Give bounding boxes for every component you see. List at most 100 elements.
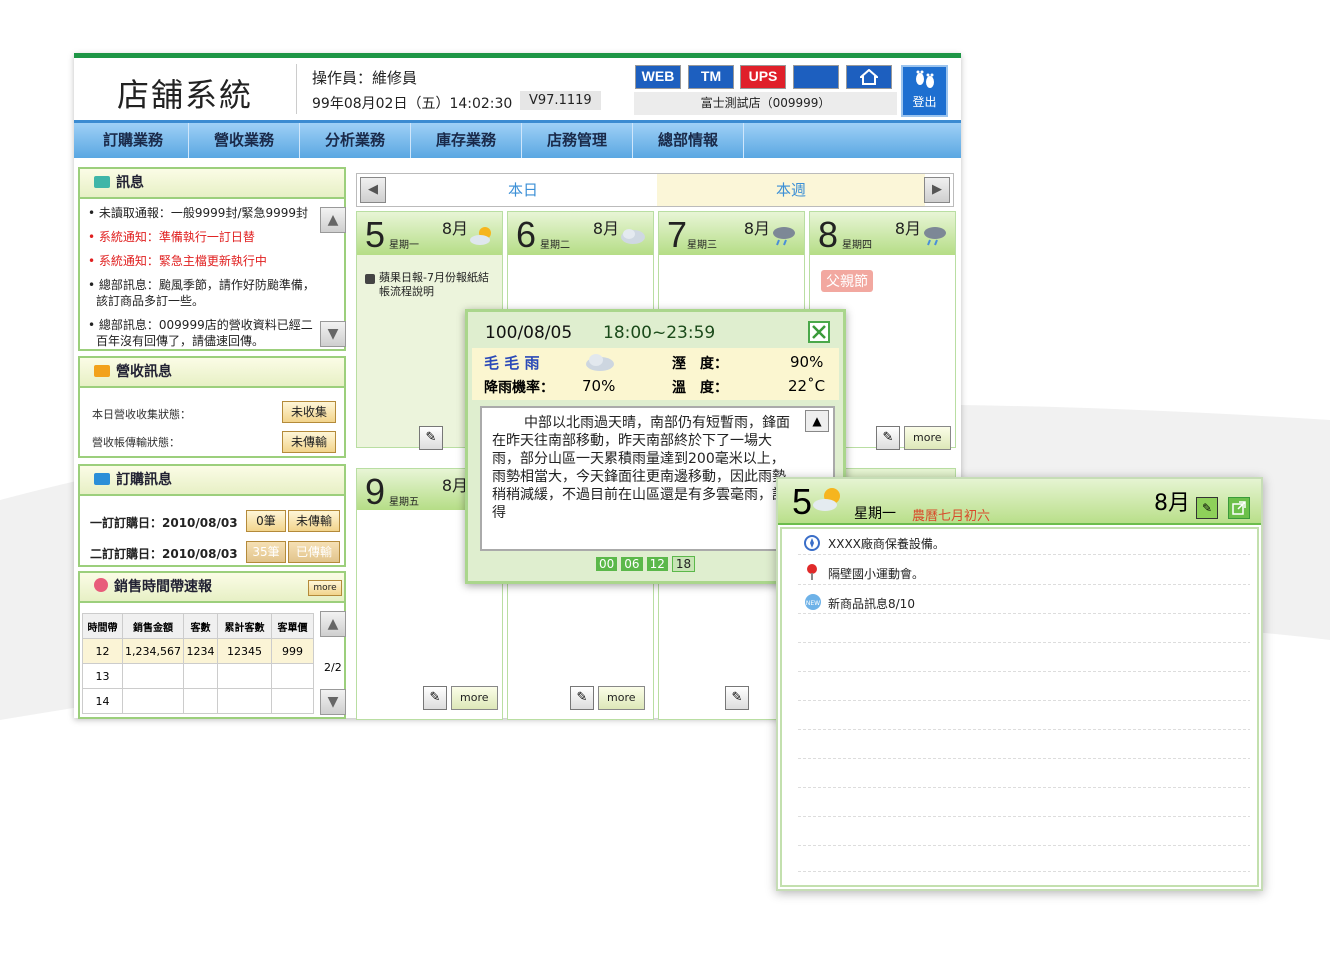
- revenue-header: 營收訊息: [80, 358, 344, 388]
- ruled-line: [798, 871, 1250, 872]
- table-row[interactable]: 12 1,234,567 1234 12345 999: [82, 638, 314, 664]
- footprints-icon: [915, 70, 934, 88]
- col-avg-price: 客單價: [270, 613, 314, 639]
- second-order-status[interactable]: 已傳輸: [288, 541, 340, 563]
- message-item[interactable]: • 總部訊息：009999店的營收資料已經二百年沒有回傳了，請儘速回傳。: [80, 317, 318, 349]
- close-icon: [812, 325, 826, 339]
- store-name: 富士測試店（009999）: [634, 92, 897, 115]
- col-customers: 客數: [182, 613, 218, 639]
- message-item[interactable]: • 未讀取通報：一般9999封/緊急9999封: [80, 205, 318, 221]
- second-order-count[interactable]: 35筆: [246, 541, 286, 563]
- datetime-label: 99年08月02日（五）14:02:30: [312, 96, 513, 112]
- weather-time: 18:00~23:59: [603, 323, 716, 343]
- revenue-panel: 營收訊息 本日營收收集狀態： 未收集 營收帳傳輸狀態： 未傳輸: [78, 356, 346, 458]
- hour-tab[interactable]: 12: [646, 557, 668, 571]
- prev-week-button[interactable]: ◀: [360, 177, 386, 203]
- main-nav: 訂購業務 營收業務 分析業務 庫存業務 店務管理 總部情報: [74, 120, 961, 158]
- temperature-label: 溫 度：: [672, 380, 728, 396]
- day-number: 5: [365, 214, 386, 255]
- orders-title: 訂購訊息: [116, 472, 172, 488]
- ruled-line: [798, 642, 1250, 643]
- edit-button[interactable]: ✎: [876, 426, 900, 450]
- hour-tab[interactable]: 06: [621, 557, 643, 571]
- chat-bubble-icon: [94, 176, 110, 188]
- nav-inventory[interactable]: 庫存業務: [411, 123, 522, 158]
- edit-button[interactable]: ✎: [725, 686, 749, 710]
- messages-header: 訊息: [80, 169, 344, 199]
- nav-hq-info[interactable]: 總部情報: [633, 123, 744, 158]
- sales-more-button[interactable]: more: [308, 580, 342, 596]
- temperature-value: 22˚C: [788, 377, 826, 395]
- message-item[interactable]: • 系統通知：緊急主檔更新執行中: [80, 253, 318, 269]
- edit-button[interactable]: ✎: [419, 426, 443, 450]
- ruled-line: [798, 845, 1250, 846]
- detail-month: 8月: [1154, 491, 1190, 516]
- description-scroll-up[interactable]: ▲: [805, 410, 829, 432]
- web-button[interactable]: WEB: [635, 65, 681, 89]
- more-button[interactable]: more: [904, 426, 951, 450]
- holiday-badge: 父親節: [821, 270, 873, 292]
- edit-button[interactable]: ✎: [570, 686, 594, 710]
- messages-scroll-down[interactable]: ▼: [320, 321, 346, 347]
- next-week-button[interactable]: ▶: [924, 177, 950, 203]
- home-button[interactable]: [846, 65, 892, 89]
- compass-icon: [804, 535, 820, 551]
- tm-button[interactable]: TM: [688, 65, 734, 89]
- event-item[interactable]: XXXX廠商保養設備。: [828, 535, 945, 552]
- close-button[interactable]: [808, 321, 830, 343]
- more-button[interactable]: more: [598, 686, 645, 710]
- clock-icon: [94, 578, 108, 592]
- day-number: 6: [516, 214, 537, 255]
- day-number: 8: [818, 214, 839, 255]
- more-button[interactable]: more: [451, 686, 498, 710]
- first-order-status[interactable]: 未傳輸: [288, 510, 340, 532]
- sales-scroll-up[interactable]: ▲: [320, 611, 346, 637]
- cloudy-icon: [621, 229, 645, 244]
- tab-today[interactable]: 本日: [389, 174, 657, 206]
- logout-button[interactable]: 登出: [901, 65, 948, 117]
- detail-edit-button[interactable]: ✎: [1196, 497, 1218, 519]
- pushpin-icon: [807, 564, 817, 580]
- message-item[interactable]: • 系統通知：準備執行一訂日替: [80, 229, 318, 245]
- revenue-collect-label: 本日營收收集狀態：: [92, 408, 191, 421]
- sales-scroll-down[interactable]: ▼: [320, 689, 346, 715]
- event-item[interactable]: 新商品訊息8/10: [828, 595, 915, 612]
- event-item[interactable]: 隔壁國小運動會。: [828, 565, 924, 582]
- day-header: 7 星期三 8月: [659, 212, 804, 255]
- day-number: 7: [667, 214, 688, 255]
- note-icon: [365, 274, 375, 284]
- message-item[interactable]: • 總部訊息：颱風季節，請作好防颱準備，該訂商品多訂一些。: [80, 277, 318, 309]
- nav-store-management[interactable]: 店務管理: [522, 123, 633, 158]
- nav-ordering[interactable]: 訂購業務: [78, 123, 189, 158]
- weather-description: 中部以北雨過天晴，南部仍有短暫雨，鋒面在昨天往南部移動，昨天南部終於下了一場大雨…: [492, 415, 790, 521]
- second-order-label: 二訂訂購日：2010/08/03: [90, 547, 238, 561]
- ruled-line: [798, 700, 1250, 701]
- nav-analysis[interactable]: 分析業務: [300, 123, 411, 158]
- day-header: 8 星期四 8月: [810, 212, 955, 255]
- hour-tab-selected[interactable]: 18: [671, 556, 696, 572]
- rain-chance-value: 70%: [582, 377, 616, 395]
- weekday-label: 星期五: [389, 497, 419, 508]
- revenue-transfer-status[interactable]: 未傳輸: [282, 431, 336, 453]
- day-note[interactable]: 蘋果日報-7月份報紙結帳流程說明: [379, 271, 499, 299]
- messages-scroll-up[interactable]: ▲: [320, 207, 346, 233]
- nav-revenue[interactable]: 營收業務: [189, 123, 300, 158]
- revenue-transfer-label: 營收帳傳輸狀態：: [92, 436, 180, 449]
- table-row[interactable]: 13: [82, 663, 314, 689]
- edit-button[interactable]: ✎: [423, 686, 447, 710]
- weather-date: 100/08/05: [485, 323, 573, 343]
- blank-button[interactable]: [793, 65, 839, 89]
- weekday-label: 星期三: [687, 240, 717, 251]
- ups-button[interactable]: UPS: [740, 65, 786, 89]
- col-time: 時間帶: [82, 613, 123, 639]
- messages-list: • 未讀取通報：一般9999封/緊急9999封 • 系統通知：準備執行一訂日替 …: [80, 205, 318, 349]
- table-row[interactable]: 14: [82, 688, 314, 714]
- first-order-count[interactable]: 0筆: [246, 510, 286, 532]
- hour-tab[interactable]: 00: [596, 557, 618, 571]
- month-label: 8月: [592, 219, 619, 238]
- sales-title: 銷售時間帶速報: [114, 579, 212, 595]
- revenue-collect-status[interactable]: 未收集: [282, 401, 336, 423]
- day-header: 5 星期一 8月: [357, 212, 502, 255]
- tab-week[interactable]: 本週: [657, 174, 925, 206]
- detail-open-button[interactable]: [1228, 497, 1250, 519]
